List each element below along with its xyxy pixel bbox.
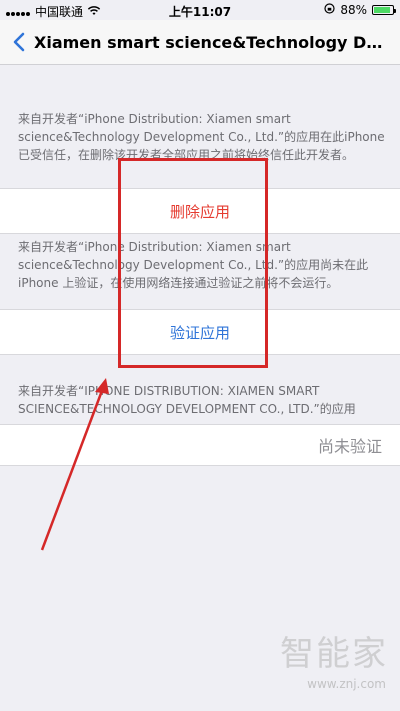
status-right: 88%	[324, 3, 396, 17]
app-status-row[interactable]: 尚未验证	[0, 424, 400, 466]
battery-percent: 88%	[340, 3, 367, 17]
chevron-left-icon	[13, 32, 25, 52]
nav-bar: Xiamen smart science&Technology Develop.…	[0, 20, 400, 65]
apps-section-header: 来自开发者“IPHONE DISTRIBUTION: XIAMEN SMART …	[18, 384, 356, 416]
page-title: Xiamen smart science&Technology Develop.…	[34, 32, 389, 52]
status-bar: 中国联通 上午11:07 88%	[0, 0, 400, 20]
app-status-label: 尚未验证	[317, 437, 382, 456]
back-button[interactable]	[4, 20, 34, 64]
watermark-url: www.znj.com	[307, 677, 386, 691]
watermark-logo: 智能家	[280, 634, 388, 674]
trusted-description: 来自开发者“iPhone Distribution: Xiamen smart …	[18, 112, 385, 162]
battery-icon	[372, 5, 396, 15]
orientation-lock-icon	[324, 3, 335, 17]
annotation-box	[118, 158, 268, 368]
